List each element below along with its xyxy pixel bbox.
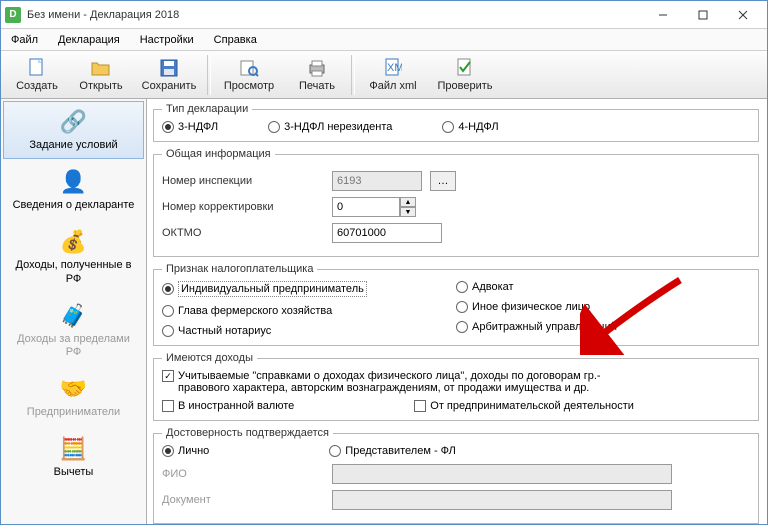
radio-farm[interactable]: Глава фермерского хозяйства [162, 305, 456, 317]
print-button[interactable]: Печать [285, 53, 349, 97]
check-spravka[interactable]: Учитываемые "справками о доходах физичес… [162, 370, 750, 394]
label-fio: ФИО [162, 468, 332, 480]
maximize-button[interactable] [683, 2, 723, 28]
new-file-icon [27, 58, 47, 78]
tree-icon: 🔗 [58, 108, 90, 136]
sidebar-item-income-foreign[interactable]: 🧳Доходы за пределами РФ [3, 295, 144, 366]
radio-lawyer[interactable]: Адвокат [456, 281, 750, 293]
preview-icon [239, 58, 259, 78]
inspection-input[interactable] [332, 171, 422, 191]
svg-text:XML: XML [387, 62, 402, 74]
radio-icon [456, 281, 468, 293]
save-button[interactable]: Сохранить [133, 53, 205, 97]
create-button[interactable]: Создать [5, 53, 69, 97]
check-button[interactable]: Проверить [429, 53, 501, 97]
radio-arbitr[interactable]: Арбитражный управляющий [456, 321, 750, 333]
label-inspection: Номер инспекции [162, 175, 332, 187]
radio-3ndfl-nonresident[interactable]: 3-НДФЛ нерезидента [268, 121, 392, 133]
radio-icon [162, 121, 174, 133]
minimize-button[interactable] [643, 2, 683, 28]
group-taxpayer: Признак налогоплательщика Индивидуальный… [153, 263, 759, 346]
radio-4ndfl[interactable]: 4-НДФЛ [442, 121, 498, 133]
close-button[interactable] [723, 2, 763, 28]
coins-icon: 💰 [58, 228, 90, 256]
xml-button[interactable]: XMLФайл xml [357, 53, 429, 97]
label-document: Документ [162, 494, 332, 506]
radio-icon [442, 121, 454, 133]
sidebar-item-entrepreneurs[interactable]: 🤝Предприниматели [3, 368, 144, 426]
xml-icon: XML [383, 58, 403, 78]
radio-3ndfl[interactable]: 3-НДФЛ [162, 121, 218, 133]
group-decl-type: Тип декларации 3-НДФЛ 3-НДФЛ нерезидента… [153, 103, 759, 142]
sidebar: 🔗Задание условий 👤Сведения о декларанте … [1, 99, 147, 524]
fio-input [332, 464, 672, 484]
legend-confirm: Достоверность подтверждается [162, 427, 333, 439]
radio-representative[interactable]: Представителем - ФЛ [329, 445, 456, 457]
radio-icon [162, 445, 174, 457]
group-income: Имеются доходы Учитываемые "справками о … [153, 352, 759, 421]
menu-help[interactable]: Справка [210, 32, 261, 48]
toolbar: Создать Открыть Сохранить Просмотр Печат… [1, 51, 767, 99]
correction-stepper[interactable]: ▲▼ [332, 197, 416, 217]
menu-settings[interactable]: Настройки [136, 32, 198, 48]
group-confirm: Достоверность подтверждается Лично Предс… [153, 427, 759, 524]
correction-input[interactable] [332, 197, 400, 217]
window-title: Без имени - Декларация 2018 [27, 9, 643, 21]
radio-icon [162, 325, 174, 337]
legend-decl-type: Тип декларации [162, 103, 252, 115]
checkbox-icon [162, 400, 174, 412]
sidebar-item-deductions[interactable]: 🧮Вычеты [3, 428, 144, 486]
spin-up[interactable]: ▲ [400, 197, 416, 207]
print-icon [307, 58, 327, 78]
handshake-icon: 🤝 [58, 375, 90, 403]
folder-open-icon [91, 58, 111, 78]
document-input [332, 490, 672, 510]
oktmo-input[interactable] [332, 223, 442, 243]
content-area: Тип декларации 3-НДФЛ 3-НДФЛ нерезидента… [147, 99, 767, 524]
titlebar: D Без имени - Декларация 2018 [1, 1, 767, 29]
radio-icon [456, 321, 468, 333]
sidebar-item-conditions[interactable]: 🔗Задание условий [3, 101, 144, 159]
label-correction: Номер корректировки [162, 201, 332, 213]
check-business[interactable]: От предпринимательской деятельности [414, 400, 634, 412]
legend-taxpayer: Признак налогоплательщика [162, 263, 317, 275]
check-icon [455, 58, 475, 78]
check-foreign[interactable]: В иностранной валюте [162, 400, 294, 412]
radio-icon [162, 283, 174, 295]
sidebar-item-income-rf[interactable]: 💰Доходы, полученные в РФ [3, 221, 144, 292]
radio-personal[interactable]: Лично [162, 445, 209, 457]
save-icon [159, 58, 179, 78]
menu-declaration[interactable]: Декларация [54, 32, 124, 48]
open-button[interactable]: Открыть [69, 53, 133, 97]
menu-file[interactable]: Файл [7, 32, 42, 48]
radio-icon [329, 445, 341, 457]
person-icon: 👤 [58, 168, 90, 196]
app-icon: D [5, 7, 21, 23]
spin-down[interactable]: ▼ [400, 207, 416, 217]
radio-ip[interactable]: Индивидуальный предприниматель [162, 281, 456, 297]
radio-notary[interactable]: Частный нотариус [162, 325, 456, 337]
calculator-icon: 🧮 [58, 435, 90, 463]
checkbox-icon [414, 400, 426, 412]
radio-other[interactable]: Иное физическое лицо [456, 301, 750, 313]
bag-icon: 🧳 [58, 302, 90, 330]
radio-icon [162, 305, 174, 317]
group-general: Общая информация Номер инспекции … Номер… [153, 148, 759, 257]
preview-button[interactable]: Просмотр [213, 53, 285, 97]
label-oktmo: ОКТМО [162, 227, 332, 239]
checkbox-icon [162, 370, 174, 382]
inspection-browse-button[interactable]: … [430, 171, 456, 191]
sidebar-item-declarant[interactable]: 👤Сведения о декларанте [3, 161, 144, 219]
radio-icon [456, 301, 468, 313]
radio-icon [268, 121, 280, 133]
legend-general: Общая информация [162, 148, 275, 160]
menubar: Файл Декларация Настройки Справка [1, 29, 767, 51]
legend-income: Имеются доходы [162, 352, 257, 364]
